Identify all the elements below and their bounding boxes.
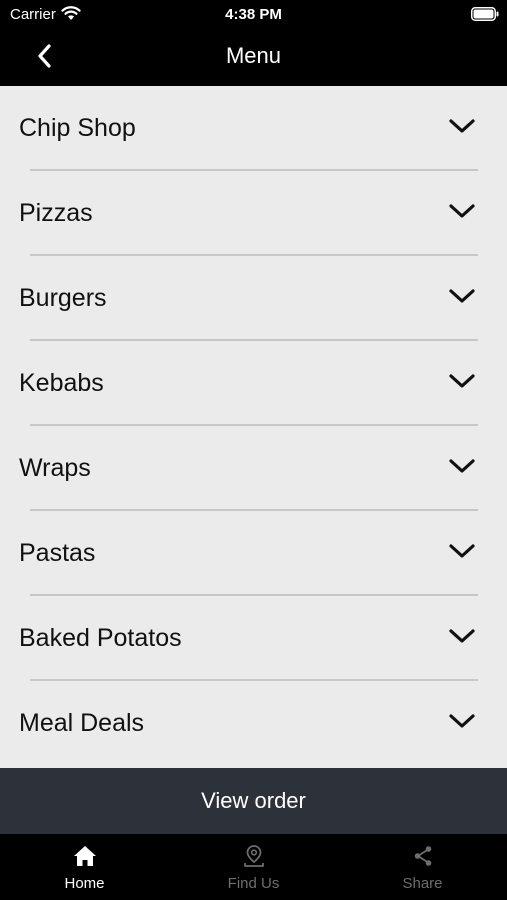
battery-icon — [471, 7, 499, 21]
location-pin-icon — [244, 845, 264, 867]
page-title: Menu — [225, 43, 282, 68]
navigation-bar: Menu — [0, 30, 507, 86]
menu-category-chip-shop[interactable]: Chip Shop — [0, 86, 507, 171]
tab-find-us[interactable]: Find Us — [169, 834, 338, 900]
menu-category-label: Pastas — [19, 539, 96, 567]
chevron-down-icon — [449, 119, 475, 133]
chevron-down-icon — [449, 289, 475, 303]
share-icon — [414, 846, 432, 866]
chevron-down-icon — [449, 374, 475, 388]
menu-category-label: Pizzas — [19, 199, 93, 227]
menu-category-meal-deals[interactable]: Meal Deals — [0, 681, 507, 766]
tab-share[interactable]: Share — [338, 834, 507, 900]
menu-category-label: Chip Shop — [19, 114, 136, 142]
menu-category-label: Burgers — [19, 284, 107, 312]
menu-category-kebabs[interactable]: Kebabs — [0, 341, 507, 426]
tab-label: Share — [402, 875, 443, 892]
menu-category-label: Baked Potatos — [19, 624, 182, 652]
menu-category-burgers[interactable]: Burgers — [0, 256, 507, 341]
menu-category-pizzas[interactable]: Pizzas — [0, 171, 507, 256]
status-bar: Carrier 4:38 PM — [0, 0, 507, 30]
menu-category-label: Kebabs — [19, 369, 104, 397]
chevron-down-icon — [449, 204, 475, 218]
chevron-down-icon — [449, 629, 475, 643]
home-icon — [74, 846, 96, 866]
tab-bar: Home Find Us Share — [0, 834, 507, 900]
menu-category-label: Meal Deals — [19, 709, 145, 737]
clock: 4:38 PM — [225, 6, 282, 23]
chevron-down-icon — [449, 459, 475, 473]
menu-category-list: Chip Shop Pizzas Burgers Kebabs Wraps Pa… — [0, 86, 507, 768]
menu-category-pastas[interactable]: Pastas — [0, 511, 507, 596]
menu-category-baked-potatos[interactable]: Baked Potatos — [0, 596, 507, 681]
menu-category-wraps[interactable]: Wraps — [0, 426, 507, 511]
view-order-button[interactable]: View order — [0, 768, 507, 834]
chevron-down-icon — [449, 714, 475, 728]
tab-label: Find Us — [227, 875, 280, 892]
chevron-down-icon — [449, 544, 475, 558]
menu-category-label: Wraps — [19, 454, 91, 482]
tab-home[interactable]: Home — [0, 834, 169, 900]
tab-label: Home — [64, 875, 105, 892]
